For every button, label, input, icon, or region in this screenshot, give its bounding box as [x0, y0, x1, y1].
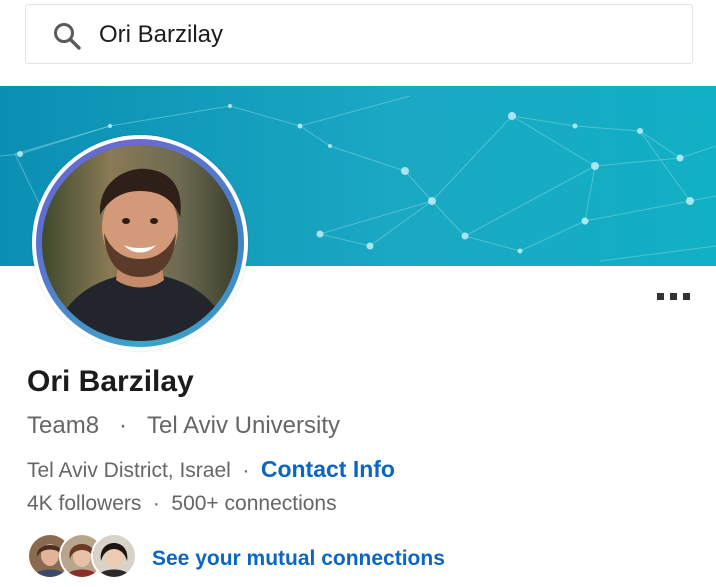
separator-dot: · [119, 412, 128, 439]
see-mutual-connections-link[interactable]: See your mutual connections [152, 547, 445, 571]
more-horizontal-icon-dot [670, 293, 677, 300]
avatar-photo [42, 145, 238, 341]
contact-info-link[interactable]: Contact Info [261, 456, 395, 482]
profile-headline: Team8 · Tel Aviv University [27, 412, 340, 440]
stats-row: 4K followers · 500+ connections [27, 492, 337, 516]
separator-dot: · [242, 459, 250, 482]
location-row: Tel Aviv District, Israel · Contact Info [27, 456, 395, 483]
company-name[interactable]: Team8 [27, 412, 99, 439]
search-input[interactable] [99, 15, 679, 55]
separator-dot: · [152, 492, 160, 515]
mutual-avatar [91, 533, 137, 579]
more-horizontal-icon-dot [683, 293, 690, 300]
followers-count[interactable]: 4K followers [27, 492, 141, 515]
mutual-connections-row[interactable]: See your mutual connections [27, 533, 627, 585]
search-icon[interactable] [52, 21, 82, 51]
more-horizontal-icon-dot [657, 293, 664, 300]
avatar-story-ring [36, 139, 244, 347]
person-photo [42, 145, 238, 341]
location-text: Tel Aviv District, Israel [27, 459, 231, 482]
profile-page: Ori Barzilay Team8 · Tel Aviv University T… [0, 0, 716, 587]
more-options-button[interactable] [654, 288, 694, 308]
connections-count[interactable]: 500+ connections [171, 492, 336, 515]
profile-name: Ori Barzilay [27, 365, 194, 398]
profile-avatar[interactable] [32, 135, 248, 351]
school-name[interactable]: Tel Aviv University [147, 412, 340, 439]
search-bar[interactable] [25, 4, 693, 64]
